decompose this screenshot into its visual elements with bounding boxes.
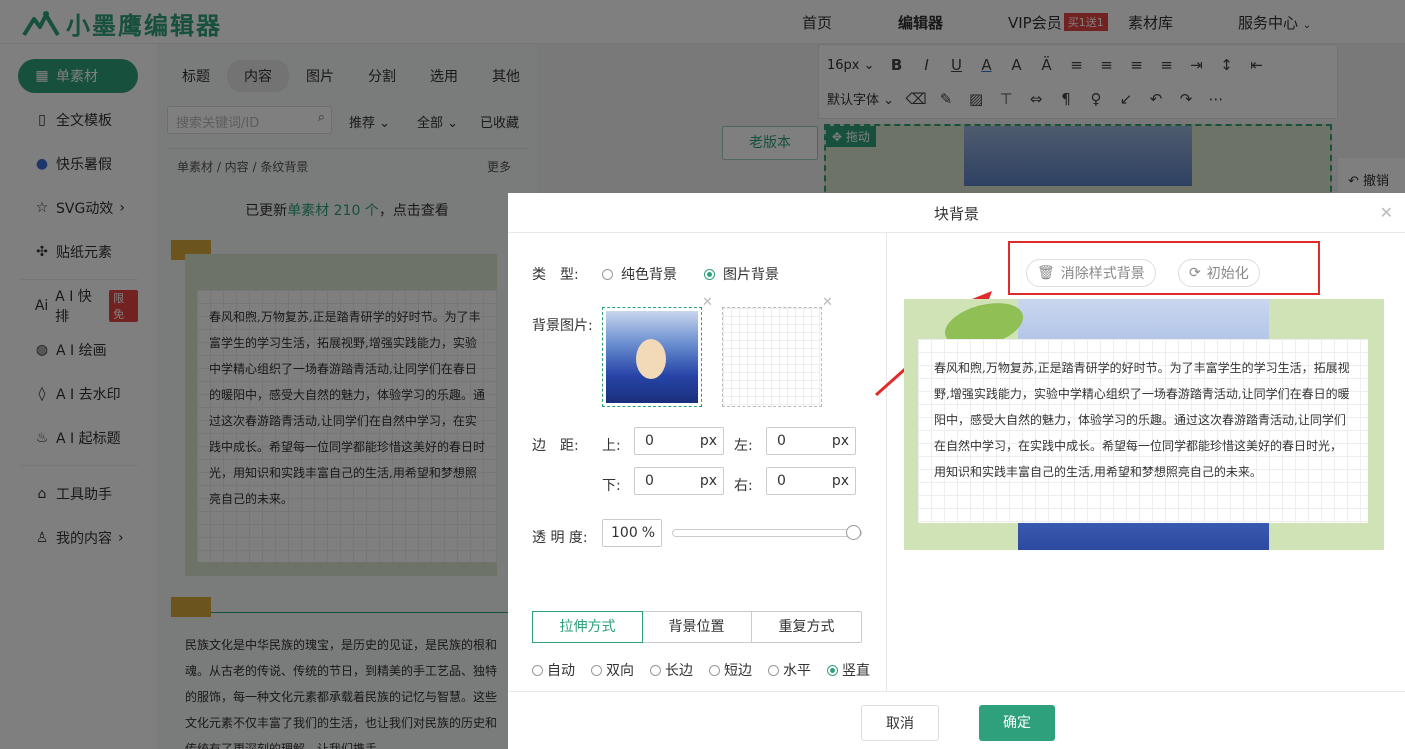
radio-icon xyxy=(768,665,779,676)
preview-block: 春风和煦,万物复苏,正是踏青研学的好时节。为了丰富学生的学习生活，拓展视野,增强… xyxy=(904,295,1384,550)
unit: px xyxy=(699,473,717,489)
bg-image-thumb[interactable] xyxy=(602,307,702,407)
reset-label: 初始化 xyxy=(1206,266,1249,282)
reset-button[interactable]: ⟳ 初始化 xyxy=(1178,259,1260,287)
radio-icon xyxy=(709,665,720,676)
tab-repeat[interactable]: 重复方式 xyxy=(752,612,861,642)
stretch-horizontal-radio[interactable]: 水平 xyxy=(768,660,811,680)
block-background-dialog: 块背景 ✕ 类 型: 纯色背景 图片背景 背景图片: ✕ ✕ 边 距: 上: 0… xyxy=(508,193,1405,749)
dialog-settings: 类 型: 纯色背景 图片背景 背景图片: ✕ ✕ 边 距: 上: 0 px 左: … xyxy=(508,233,887,691)
refresh-icon: ⟳ xyxy=(1189,265,1201,281)
unit: px xyxy=(831,473,849,489)
margin-bottom-value: 0 xyxy=(645,473,654,489)
stretch-long-radio[interactable]: 长边 xyxy=(650,660,693,680)
stretch-option-label: 水平 xyxy=(783,663,811,679)
cancel-button[interactable]: 取消 xyxy=(861,705,939,741)
radio-icon xyxy=(650,665,661,676)
tab-position[interactable]: 背景位置 xyxy=(642,612,752,642)
bg-image-thumb-2[interactable] xyxy=(722,307,822,407)
opacity-label: 透 明 度: xyxy=(532,530,588,546)
radio-icon xyxy=(532,665,543,676)
clear-bg-label: 消除样式背景 xyxy=(1060,266,1145,282)
thumb-figure xyxy=(636,339,666,379)
bg-image-label: 背景图片: xyxy=(532,318,593,334)
stretch-short-radio[interactable]: 短边 xyxy=(709,660,752,680)
close-icon[interactable]: ✕ xyxy=(1380,203,1393,222)
confirm-button[interactable]: 确定 xyxy=(979,705,1055,741)
stretch-auto-radio[interactable]: 自动 xyxy=(532,660,575,680)
unit: px xyxy=(699,433,717,449)
stretch-both-radio[interactable]: 双向 xyxy=(591,660,634,680)
stretch-option-label: 自动 xyxy=(547,663,575,679)
margin-top-input[interactable]: 0 px xyxy=(634,427,724,455)
tab-stretch[interactable]: 拉伸方式 xyxy=(532,611,643,643)
margin-top-label: 上: xyxy=(602,438,621,454)
stretch-option-label: 短边 xyxy=(724,663,752,679)
margin-top-value: 0 xyxy=(645,433,654,449)
preview-paper: 春风和煦,万物复苏,正是踏青研学的好时节。为了丰富学生的学习生活，拓展视野,增强… xyxy=(918,339,1368,523)
margin-right-label: 右: xyxy=(734,478,753,494)
stretch-option-label: 长边 xyxy=(665,663,693,679)
type-solid-label: 纯色背景 xyxy=(621,267,677,283)
opacity-unit: % xyxy=(641,525,655,541)
stretch-option-label: 竖直 xyxy=(842,663,870,679)
opacity-input[interactable]: 100% xyxy=(602,519,662,547)
remove-image-icon[interactable]: ✕ xyxy=(822,295,833,310)
dialog-title: 块背景 xyxy=(508,193,1405,233)
bg-mode-tabs: 拉伸方式 背景位置 重复方式 xyxy=(532,611,862,643)
radio-icon xyxy=(591,665,602,676)
type-image-label: 图片背景 xyxy=(723,267,779,283)
slider-handle[interactable] xyxy=(846,525,861,540)
type-label: 类 型: xyxy=(532,267,579,283)
trash-icon: 🗑 xyxy=(1037,265,1055,281)
margin-label: 边 距: xyxy=(532,438,579,454)
remove-image-icon[interactable]: ✕ xyxy=(702,295,713,310)
margin-right-input[interactable]: 0 px xyxy=(766,467,856,495)
radio-checked-icon xyxy=(704,269,715,280)
margin-bottom-input[interactable]: 0 px xyxy=(634,467,724,495)
type-solid-radio[interactable]: 纯色背景 xyxy=(602,264,677,284)
preview-text: 春风和煦,万物复苏,正是踏青研学的好时节。为了丰富学生的学习生活，拓展视野,增强… xyxy=(934,361,1350,479)
margin-right-value: 0 xyxy=(777,473,786,489)
thumb-picture xyxy=(606,311,698,403)
stretch-options: 自动 双向 长边 短边 水平 竖直 xyxy=(532,660,870,680)
type-image-radio[interactable]: 图片背景 xyxy=(704,264,779,284)
opacity-slider[interactable] xyxy=(672,525,862,540)
opacity-value: 100 xyxy=(611,525,638,541)
margin-left-value: 0 xyxy=(777,433,786,449)
radio-checked-icon xyxy=(827,665,838,676)
stretch-vertical-radio[interactable]: 竖直 xyxy=(827,660,870,680)
radio-icon xyxy=(602,269,613,280)
unit: px xyxy=(831,433,849,449)
dialog-footer: 取消 确定 xyxy=(508,691,1405,749)
stretch-option-label: 双向 xyxy=(606,663,634,679)
margin-left-label: 左: xyxy=(734,438,753,454)
margin-bottom-label: 下: xyxy=(602,478,621,494)
clear-style-bg-button[interactable]: 🗑 消除样式背景 xyxy=(1026,259,1156,287)
margin-left-input[interactable]: 0 px xyxy=(766,427,856,455)
